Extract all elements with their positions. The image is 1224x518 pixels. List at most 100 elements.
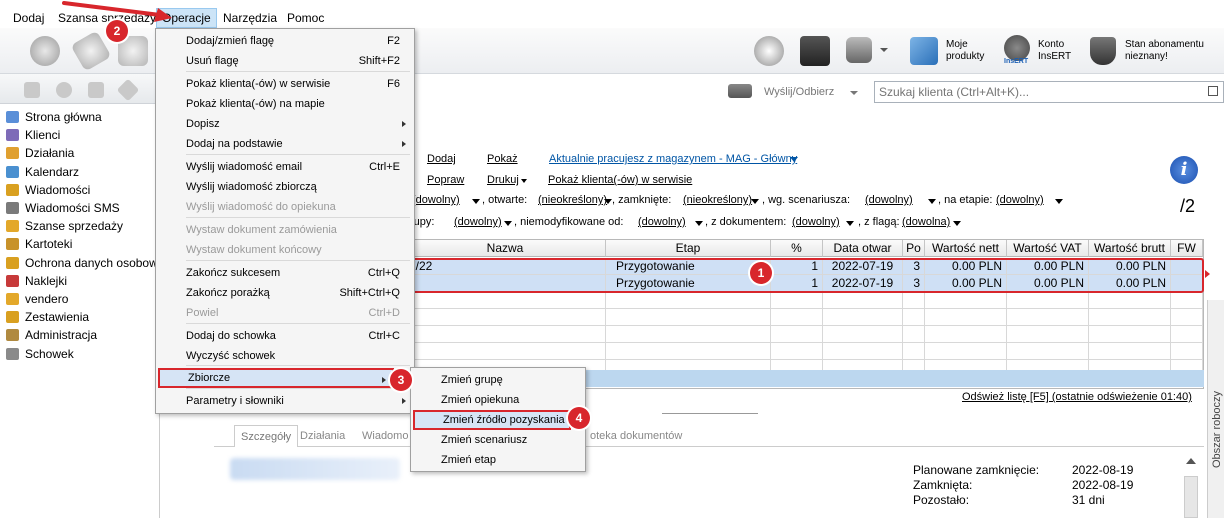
- send-receive-button[interactable]: Wyślij/Odbierz: [764, 86, 834, 98]
- refresh-link[interactable]: Odśwież listę [F5] (ostatnie odświeżenie…: [962, 391, 1192, 403]
- chevron-down-icon[interactable]: [846, 221, 854, 226]
- menu-item-dodaj-do-schowka[interactable]: Dodaj do schowka Ctrl+C: [158, 326, 412, 346]
- shield-question-icon[interactable]: [1090, 37, 1116, 65]
- chevron-down-icon[interactable]: [850, 91, 858, 95]
- sidebar-item-administracja[interactable]: Administracja: [6, 326, 97, 344]
- menu-item-wyslij-wiadomosc-zbiorcza[interactable]: Wyślij wiadomość zbiorczą: [158, 177, 412, 197]
- grid-header-wartosc-nett[interactable]: Wartość nett: [925, 240, 1007, 257]
- tab-wiadomosci[interactable]: Wiadomo: [356, 425, 414, 447]
- sidebar-item-naklejki[interactable]: Naklejki: [6, 272, 67, 290]
- filter-value-dropdown[interactable]: (dowolny): [865, 194, 913, 206]
- chevron-down-icon[interactable]: [504, 221, 512, 226]
- menu-item-wystaw-dokument-zamowienia[interactable]: Wystaw dokument zamówienia: [158, 220, 412, 240]
- subscription-status[interactable]: Stan abonamentu nieznany!: [1125, 39, 1204, 63]
- globe-icon[interactable]: [754, 36, 784, 66]
- client-search-input[interactable]: [874, 81, 1224, 103]
- nav-icon[interactable]: [24, 82, 40, 98]
- grid-header-wartosc-vat[interactable]: Wartość VAT: [1007, 240, 1089, 257]
- menu-item-powiel[interactable]: Powiel Ctrl+D: [158, 303, 412, 323]
- grid-header-data-otwar[interactable]: Data otwar: [823, 240, 903, 257]
- grid-header-nazwa[interactable]: Nazwa: [405, 240, 606, 257]
- chevron-down-icon[interactable]: [790, 157, 798, 162]
- splitter[interactable]: [662, 413, 758, 414]
- menu-pomoc[interactable]: Pomoc: [282, 8, 329, 28]
- menu-item-wyslij-wiadomosc-do-opiekuna[interactable]: Wyślij wiadomość do opiekuna: [158, 197, 412, 217]
- chevron-down-icon[interactable]: [521, 179, 527, 183]
- filter-value-dropdown[interactable]: (nieokreślony): [538, 194, 607, 206]
- sidebar-item-dzialania[interactable]: Działania: [6, 144, 74, 162]
- sidebar-item-ochrona-danych-osobowych[interactable]: Ochrona danych osobowych: [6, 254, 176, 272]
- cube-icon[interactable]: [800, 36, 830, 66]
- table-row[interactable]: 7/22 Przygotowanie 1 2022-07-19 3 0.00 PLN 0.0…: [405, 258, 1203, 275]
- chevron-down-icon[interactable]: [1055, 199, 1063, 204]
- chevron-down-icon[interactable]: [928, 199, 936, 204]
- menu-narzedzia[interactable]: Narzędzia: [218, 8, 282, 28]
- warehouse-link[interactable]: Aktualnie pracujesz z magazynem - MAG - …: [549, 153, 797, 165]
- chevron-down-icon[interactable]: [604, 199, 612, 204]
- konto-insert-label[interactable]: Konto InsERT: [1038, 39, 1071, 63]
- eraser-icon[interactable]: [70, 30, 112, 72]
- send-receive-icon[interactable]: [728, 84, 752, 98]
- filter-value-dropdown[interactable]: (nieokreślony): [683, 194, 752, 206]
- filter-value-dropdown[interactable]: (dowolny): [412, 194, 460, 206]
- tag-icon[interactable]: [116, 78, 140, 102]
- grid-header-[interactable]: %: [771, 240, 823, 257]
- moje-produkty-label[interactable]: Moje produkty: [946, 39, 984, 63]
- table-row[interactable]: [405, 343, 1203, 360]
- submenu-item-zmien-scenariusz[interactable]: Zmień scenariusz: [413, 430, 583, 450]
- group-icon[interactable]: [88, 82, 104, 98]
- chevron-down-icon[interactable]: [751, 199, 759, 204]
- menu-item-dodaj-zmien-flage[interactable]: Dodaj/zmień flagę F2: [158, 31, 412, 51]
- table-row[interactable]: [405, 326, 1203, 343]
- filter-value-dropdown[interactable]: (dowolny): [792, 216, 840, 228]
- tab-dzialania[interactable]: Działania: [294, 425, 351, 447]
- workspace-side-panel[interactable]: Obszar roboczy: [1207, 300, 1224, 518]
- menu-dodaj[interactable]: Dodaj: [8, 8, 49, 28]
- database-icon[interactable]: [846, 37, 872, 63]
- info-icon[interactable]: i: [1170, 156, 1198, 184]
- filter-value-dropdown[interactable]: (dowolna): [902, 216, 950, 228]
- menu-item-usun-flage[interactable]: Usuń flagę Shift+F2: [158, 51, 412, 71]
- list-icon[interactable]: [1208, 86, 1218, 96]
- chevron-down-icon[interactable]: [880, 48, 888, 52]
- table-row[interactable]: Przygotowanie 1 2022-07-19 3 0.00 PLN 0.00 PL…: [405, 275, 1203, 292]
- menu-item-zakoncz-sukcesem[interactable]: Zakończ sukcesem Ctrl+Q: [158, 263, 412, 283]
- sidebar-item-wiadomosci[interactable]: Wiadomości: [6, 181, 90, 199]
- tab-biblioteka-dokumentow[interactable]: oteka dokumentów: [584, 425, 688, 447]
- scroll-up-icon[interactable]: [1186, 458, 1196, 464]
- menu-item-dodaj-na-podstawie[interactable]: Dodaj na podstawie: [158, 134, 412, 154]
- menu-item-wyczysc-schowek[interactable]: Wyczyść schowek: [158, 346, 412, 366]
- submenu-item-zmien-etap[interactable]: Zmień etap: [413, 450, 583, 470]
- sidebar-item-wiadomosci-sms[interactable]: Wiadomości SMS: [6, 199, 120, 217]
- popraw-link[interactable]: Popraw: [427, 174, 464, 186]
- menu-item-wyslij-wiadomosc-email[interactable]: Wyślij wiadomość email Ctrl+E: [158, 157, 412, 177]
- filter-value-dropdown[interactable]: (dowolny): [638, 216, 686, 228]
- table-row[interactable]: [405, 292, 1203, 309]
- menu-item-parametry-i-slowniki[interactable]: Parametry i słowniki: [158, 391, 412, 411]
- tab-szczegoly[interactable]: Szczegóły: [234, 425, 299, 447]
- sidebar-item-schowek[interactable]: Schowek: [6, 345, 74, 363]
- grid-header-fw[interactable]: FW: [1171, 240, 1203, 257]
- sidebar-item-vendero[interactable]: vendero: [6, 290, 68, 308]
- table-row[interactable]: [405, 309, 1203, 326]
- menu-item-zakoncz-porazka[interactable]: Zakończ porażką Shift+Ctrl+Q: [158, 283, 412, 303]
- sidebar-item-klienci[interactable]: Klienci: [6, 126, 60, 144]
- sidebar-item-kalendarz[interactable]: Kalendarz: [6, 163, 79, 181]
- contacts-icon[interactable]: [30, 36, 60, 66]
- sidebar-item-strona-glowna[interactable]: Strona główna: [6, 108, 102, 126]
- pokaz-link[interactable]: Pokaż: [487, 153, 518, 165]
- sidebar-item-kartoteki[interactable]: Kartoteki: [6, 235, 72, 253]
- menu-item-pokaz-klienta-ow-na-mapie[interactable]: Pokaż klienta(-ów) na mapie: [158, 94, 412, 114]
- chevron-down-icon[interactable]: [695, 221, 703, 226]
- filter-value-dropdown[interactable]: (dowolny): [996, 194, 1044, 206]
- submenu-item-zmien-zrodlo-pozyskania[interactable]: Zmień źródło pozyskania: [413, 410, 571, 430]
- menu-item-wystaw-dokument-koncowy[interactable]: Wystaw dokument końcowy: [158, 240, 412, 260]
- filter-value-dropdown[interactable]: (dowolny): [454, 216, 502, 228]
- sidebar-item-zestawienia[interactable]: Zestawienia: [6, 308, 89, 326]
- scrollbar[interactable]: [1184, 476, 1198, 518]
- drukuj-link[interactable]: Drukuj: [487, 174, 519, 186]
- grid-header-wartosc-brutt[interactable]: Wartość brutt: [1089, 240, 1171, 257]
- workspace-label[interactable]: Obszar roboczy: [1211, 391, 1223, 468]
- submenu-item-zmien-grupe[interactable]: Zmień grupę: [413, 370, 583, 390]
- user-icon[interactable]: [56, 82, 72, 98]
